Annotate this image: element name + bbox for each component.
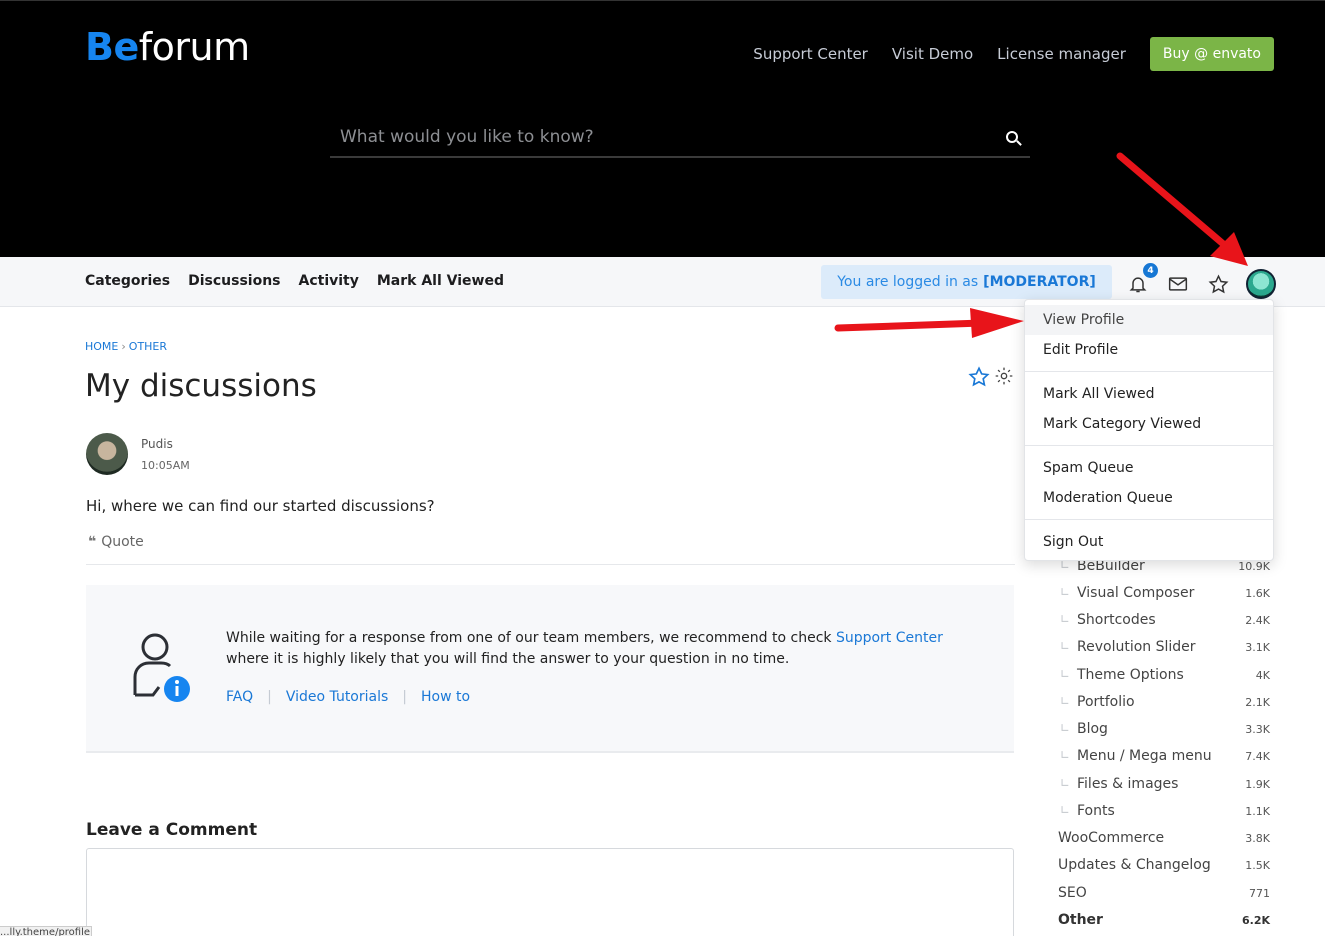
quote-icon: ❝ [88,534,97,550]
divider [86,564,1015,565]
nav-license-manager[interactable]: License manager [997,45,1126,63]
notifications-button[interactable]: 4 [1126,263,1158,296]
menu-divider [1025,519,1273,520]
leave-comment-title: Leave a Comment [86,820,258,840]
author-name[interactable]: Pudis [141,437,173,451]
menu-divider [1025,445,1273,446]
category-item[interactable]: Updates & Changelog 1.5K [1058,855,1270,875]
top-nav: Support Center Visit Demo License manage… [729,37,1274,71]
category-item[interactable]: Portfolio2.1K [1058,692,1270,712]
bookmarks-button[interactable] [1206,272,1230,296]
nav-activity[interactable]: Activity [299,273,359,289]
category-item[interactable]: Theme Options4K [1058,665,1270,685]
search-bar [330,119,1030,158]
mail-icon [1168,277,1188,291]
star-outline-icon [968,366,990,387]
user-avatar-button[interactable] [1246,269,1276,299]
bell-icon [1129,277,1147,293]
buy-button[interactable]: Buy @ envato [1149,37,1274,71]
nav-support-center[interactable]: Support Center [753,45,868,63]
author-avatar[interactable] [86,433,128,475]
star-icon [1208,273,1228,293]
bookmark-discussion-button[interactable] [968,366,990,392]
notification-count: 4 [1143,263,1158,278]
how-to-link[interactable]: How to [421,689,470,705]
category-item[interactable]: Fonts1.1K [1058,801,1270,821]
help-support-center-link[interactable]: Support Center [836,630,943,646]
menu-sign-out[interactable]: Sign Out [1025,527,1273,557]
post-body: Hi, where we can find our started discus… [86,497,435,515]
annotation-arrow-view-profile [834,308,1024,338]
discussion-options-button[interactable] [994,366,1014,392]
comment-editor[interactable] [86,848,1014,936]
menu-edit-profile[interactable]: Edit Profile [1025,335,1273,365]
search-input[interactable] [330,119,1030,155]
moderator-badge: You are logged in as [MODERATOR] [821,265,1112,299]
menu-divider [1025,371,1273,372]
category-item[interactable]: Revolution Slider3.1K [1058,637,1270,657]
breadcrumb-home[interactable]: HOME [85,340,118,353]
site-header: Beforum Support Center Visit Demo Licens… [0,0,1325,257]
search-icon[interactable] [1006,131,1018,143]
nav-visit-demo[interactable]: Visit Demo [892,45,973,63]
menu-mark-category-viewed[interactable]: Mark Category Viewed [1025,409,1273,439]
menu-view-profile[interactable]: View Profile [1025,305,1273,335]
help-text: While waiting for a response from one of… [226,630,943,667]
support-user-icon [133,633,190,702]
breadcrumb-other[interactable]: OTHER [129,340,167,353]
category-item[interactable]: Blog3.3K [1058,719,1270,739]
video-tutorials-link[interactable]: Video Tutorials [286,689,388,705]
category-item[interactable]: SEO 771 [1058,883,1270,903]
messages-button[interactable] [1166,272,1190,296]
help-links: FAQ | Video Tutorials | How to [226,689,471,705]
category-item[interactable]: Shortcodes2.4K [1058,610,1270,630]
site-logo[interactable]: Beforum [85,25,250,69]
breadcrumb: HOME › OTHER [85,340,168,353]
help-notice: While waiting for a response from one of… [86,585,1014,753]
page-title: My discussions [85,368,317,404]
category-item[interactable]: Files & images1.9K [1058,774,1270,794]
faq-link[interactable]: FAQ [226,689,253,705]
menu-mark-all-viewed[interactable]: Mark All Viewed [1025,379,1273,409]
category-item[interactable]: WooCommerce 3.8K [1058,828,1270,848]
user-dropdown-menu: View Profile Edit Profile Mark All Viewe… [1024,299,1274,561]
menu-spam-queue[interactable]: Spam Queue [1025,453,1273,483]
gear-icon [995,367,1013,385]
category-item[interactable]: Menu / Mega menu7.4K [1058,746,1270,766]
menu-moderation-queue[interactable]: Moderation Queue [1025,483,1273,513]
nav-discussions[interactable]: Discussions [188,273,280,289]
category-item[interactable]: Visual Composer1.6K [1058,583,1270,603]
quote-button[interactable]: ❝ Quote [88,534,144,550]
post-time: 10:05AM [141,459,190,472]
status-bar-url: ...lly.theme/profile [0,926,92,936]
category-item-active[interactable]: Other 6.2K [1058,910,1270,930]
nav-categories[interactable]: Categories [85,273,170,289]
nav-mark-all-viewed[interactable]: Mark All Viewed [377,273,504,289]
